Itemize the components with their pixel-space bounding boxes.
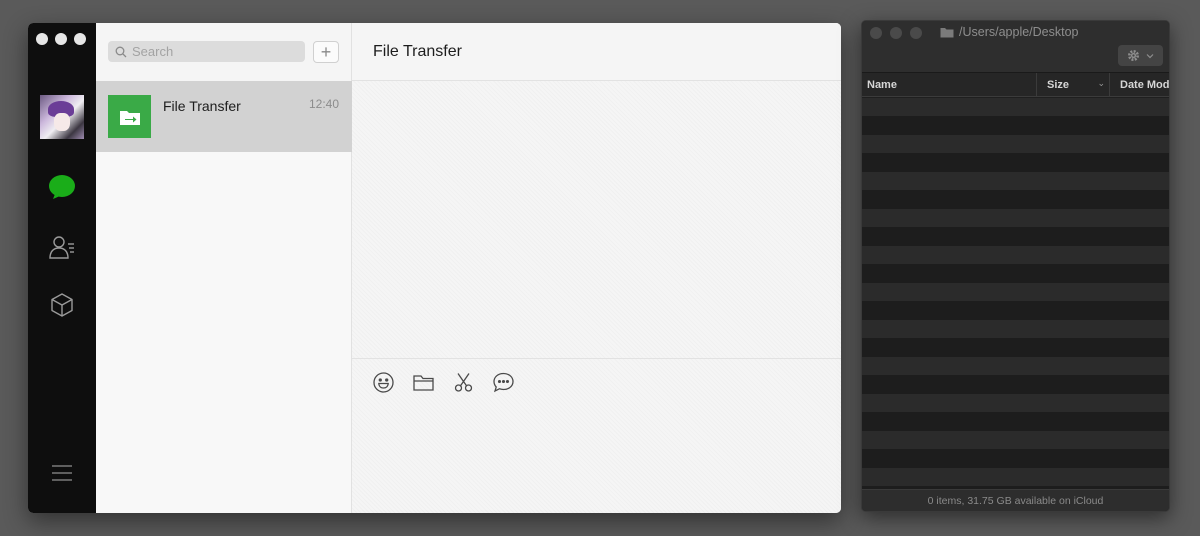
folder-icon[interactable] [412, 371, 435, 394]
chat-list-toolbar: + [96, 23, 351, 81]
add-chat-button[interactable]: + [313, 41, 339, 63]
finder-window: /Users/apple/Desktop Name Size ⌄ Date Mo… [861, 20, 1170, 512]
nav-sidebar [28, 23, 96, 513]
file-transfer-avatar [108, 95, 151, 138]
chat-history-icon[interactable] [492, 371, 515, 394]
finder-close-button[interactable] [870, 27, 882, 39]
conversation-pane: File Transfer [352, 23, 841, 513]
status-text: 0 items, 31.75 GB available on iCloud [927, 494, 1104, 507]
conversation-header: File Transfer [352, 23, 841, 81]
zoom-window-button[interactable] [74, 33, 86, 45]
menu-icon[interactable] [50, 463, 74, 483]
composer-toolbar [372, 371, 515, 394]
column-label: Date Mod [1120, 78, 1169, 91]
minimize-window-button[interactable] [55, 33, 67, 45]
finder-minimize-button[interactable] [890, 27, 902, 39]
action-menu-button[interactable] [1118, 45, 1163, 66]
contacts-icon[interactable] [48, 233, 76, 261]
search-input[interactable] [132, 44, 302, 59]
finder-path: /Users/apple/Desktop [959, 25, 1079, 39]
sort-chevron-icon: ⌄ [1097, 78, 1105, 88]
file-transfer-icon [119, 110, 140, 125]
chevron-down-icon [1146, 53, 1154, 58]
chat-name: File Transfer [163, 98, 241, 114]
column-header-name[interactable]: Name [862, 73, 1037, 96]
chat-list-panel: + File Transfer 12:40 [96, 23, 352, 513]
user-avatar[interactable] [40, 95, 84, 139]
conversation-title: File Transfer [373, 42, 462, 60]
finder-titlebar: /Users/apple/Desktop [862, 21, 1169, 73]
emoji-icon[interactable] [372, 371, 395, 394]
gear-icon [1128, 50, 1139, 61]
file-list[interactable] [862, 98, 1169, 489]
finder-window-controls [870, 27, 922, 39]
chat-list-item[interactable]: File Transfer 12:40 [96, 81, 352, 152]
wechat-window: + File Transfer 12:40 File Transfer [28, 23, 841, 513]
chat-bubble-icon[interactable] [48, 173, 76, 201]
folder-icon [940, 27, 954, 37]
finder-status-bar: 0 items, 31.75 GB available on iCloud [862, 489, 1169, 511]
finder-title: /Users/apple/Desktop [940, 25, 1079, 39]
column-header-row: Name Size ⌄ Date Mod [862, 73, 1169, 97]
column-label: Name [867, 78, 897, 91]
search-icon [115, 46, 127, 57]
message-composer[interactable] [352, 358, 841, 513]
close-window-button[interactable] [36, 33, 48, 45]
scissors-icon[interactable] [452, 371, 475, 394]
column-label: Size [1047, 78, 1070, 91]
chat-time: 12:40 [308, 97, 339, 111]
column-header-size[interactable]: Size ⌄ [1037, 73, 1110, 96]
finder-zoom-button[interactable] [910, 27, 922, 39]
column-header-date-modified[interactable]: Date Mod [1110, 73, 1169, 96]
window-controls [36, 33, 86, 45]
mini-programs-cube-icon[interactable] [48, 291, 76, 319]
search-box[interactable] [108, 41, 305, 62]
